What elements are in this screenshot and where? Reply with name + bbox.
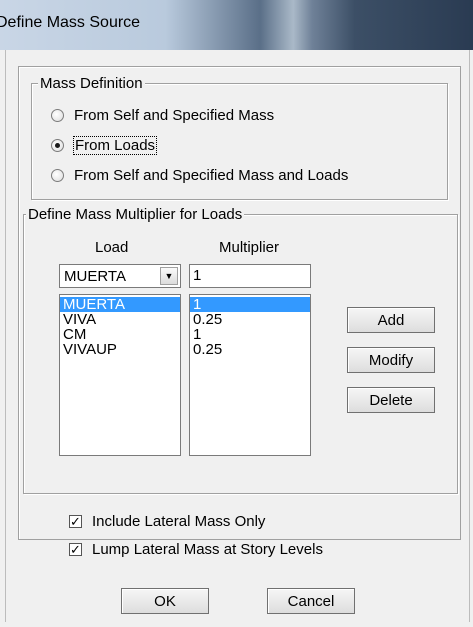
include-lateral-label: Include Lateral Mass Only xyxy=(92,513,266,530)
radio-icon[interactable] xyxy=(51,169,64,182)
load-combo[interactable]: MUERTA ▼ xyxy=(59,264,181,288)
check-icon[interactable]: ✓ xyxy=(69,543,82,556)
mass-multiplier-legend: Define Mass Multiplier for Loads xyxy=(26,206,245,223)
modify-button[interactable]: Modify xyxy=(347,347,435,373)
multiplier-list[interactable]: 1 0.25 1 0.25 xyxy=(189,294,311,456)
list-item[interactable]: VIVAUP xyxy=(60,342,180,357)
radio-selected-icon[interactable] xyxy=(51,139,64,152)
mass-source-panel: Mass Definition From Self and Specified … xyxy=(18,66,461,540)
load-list[interactable]: MUERTA VIVA CM VIVAUP xyxy=(59,294,181,456)
radio-label: From Self and Specified Mass xyxy=(74,107,275,124)
list-item[interactable]: 0.25 xyxy=(190,312,310,327)
multiplier-input[interactable]: 1 xyxy=(189,264,311,288)
load-combo-value: MUERTA xyxy=(64,267,126,285)
radio-label: From Self and Specified Mass and Loads xyxy=(74,167,349,184)
radio-self-specified[interactable]: From Self and Specified Mass xyxy=(51,107,274,124)
delete-button[interactable]: Delete xyxy=(347,387,435,413)
list-item[interactable]: 1 xyxy=(190,327,310,342)
mass-definition-legend: Mass Definition xyxy=(38,75,145,92)
include-lateral-checkbox[interactable]: ✓ Include Lateral Mass Only xyxy=(69,513,265,530)
lump-lateral-checkbox[interactable]: ✓ Lump Lateral Mass at Story Levels xyxy=(69,541,323,558)
load-column-header: Load xyxy=(95,239,129,256)
multiplier-column-header: Multiplier xyxy=(219,239,280,256)
radio-self-specified-loads[interactable]: From Self and Specified Mass and Loads xyxy=(51,167,348,184)
list-item[interactable]: 1 xyxy=(190,297,310,312)
list-item[interactable]: MUERTA xyxy=(60,297,180,312)
check-icon[interactable]: ✓ xyxy=(69,515,82,528)
window-title: Define Mass Source xyxy=(0,14,141,31)
title-bar[interactable]: Define Mass Source xyxy=(0,0,473,50)
add-button[interactable]: Add xyxy=(347,307,435,333)
list-item[interactable]: 0.25 xyxy=(190,342,310,357)
radio-icon[interactable] xyxy=(51,109,64,122)
chevron-down-icon[interactable]: ▼ xyxy=(160,267,178,285)
radio-from-loads[interactable]: From Loads xyxy=(51,136,158,155)
list-item[interactable]: VIVA xyxy=(60,312,180,327)
lump-lateral-label: Lump Lateral Mass at Story Levels xyxy=(92,541,323,558)
list-item[interactable]: CM xyxy=(60,327,180,342)
ok-button[interactable]: OK xyxy=(121,588,209,614)
dialog-body: Mass Definition From Self and Specified … xyxy=(5,50,470,622)
cancel-button[interactable]: Cancel xyxy=(267,588,355,614)
radio-label: From Loads xyxy=(72,136,158,155)
